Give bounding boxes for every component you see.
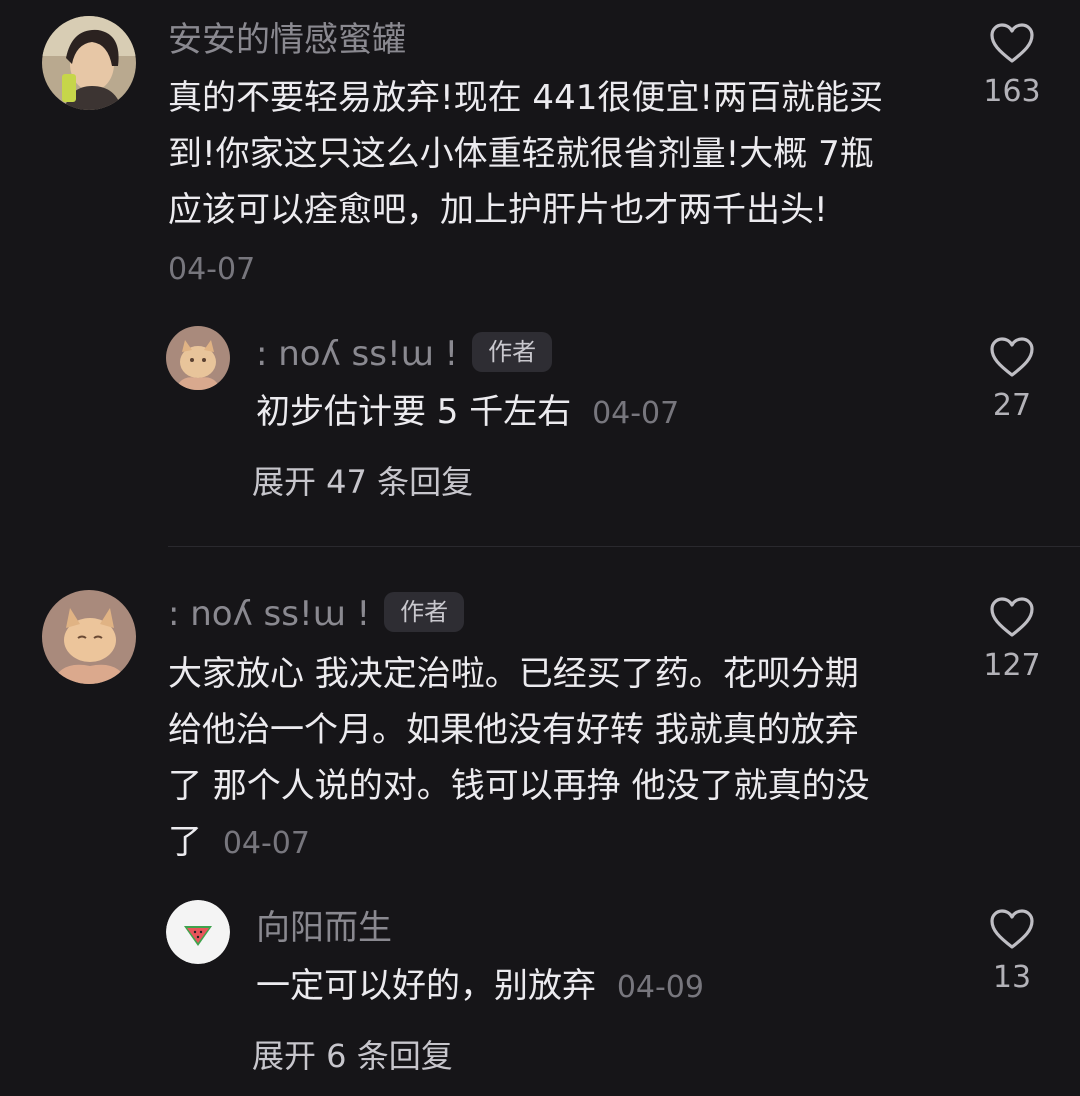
like-button[interactable]: 163 (972, 22, 1052, 110)
reply-username-text: : noʎ ss!ɯ ! (256, 334, 459, 374)
reply-text: 初步估计要 5 千左右 04-07 (256, 384, 679, 442)
like-count: 27 (992, 388, 1032, 423)
like-count: 163 (983, 74, 1041, 109)
comment-divider (168, 546, 1080, 547)
like-count: 127 (983, 648, 1041, 683)
comment-date: 04-07 (168, 252, 256, 287)
heart-icon (990, 337, 1034, 377)
comment-text-line: 了 那个人说的对。钱可以再挣 他没了就真的没 (168, 766, 870, 806)
avatar[interactable] (166, 326, 230, 390)
like-count: 13 (992, 960, 1032, 995)
heart-icon (990, 597, 1034, 637)
comment-text-line: 真的不要轻易放弃!现在 441很便宜!两百就能买 (168, 78, 883, 118)
comment-text-last: 了 (168, 822, 202, 862)
like-button[interactable]: 127 (972, 596, 1052, 684)
comment-text: 大家放心 我决定治啦。已经买了药。花呗分期 给他治一个月。如果他没有好转 我就真… (168, 646, 870, 872)
like-button[interactable]: 27 (972, 336, 1052, 424)
author-badge: 作者 (384, 591, 465, 632)
comment-text-line: 了 04-07 (168, 814, 870, 872)
comment-text-line: 给他治一个月。如果他没有好转 我就真的放弃 (168, 710, 859, 750)
comment-text-line: 应该可以痊愈吧，加上护肝片也才两千出头! (168, 190, 828, 230)
reply-date: 04-09 (616, 970, 704, 1005)
author-badge: 作者 (472, 331, 553, 372)
avatar[interactable] (42, 590, 136, 684)
comment-username[interactable]: : noʎ ss!ɯ ! 作者 (168, 591, 465, 636)
comment-text: 真的不要轻易放弃!现在 441很便宜!两百就能买 到!你家这只这么小体重轻就很省… (168, 70, 883, 238)
reply-text-content: 一定可以好的，别放弃 (256, 966, 596, 1006)
heart-icon (990, 23, 1034, 63)
reply-username[interactable]: : noʎ ss!ɯ ! 作者 (256, 331, 553, 376)
reply-username[interactable]: 向阳而生 (256, 908, 392, 948)
like-button[interactable]: 13 (972, 908, 1052, 996)
comment-text-line: 到!你家这只这么小体重轻就很省剂量!大概 7瓶 (168, 134, 874, 174)
reply-date: 04-07 (592, 396, 680, 431)
avatar[interactable] (166, 900, 230, 964)
reply-text-content: 初步估计要 5 千左右 (256, 392, 572, 432)
comment-text-line: 大家放心 我决定治啦。已经买了药。花呗分期 (168, 654, 859, 694)
expand-replies-button[interactable]: 展开 6 条回复 (252, 1036, 453, 1076)
reply-text: 一定可以好的，别放弃 04-09 (256, 958, 704, 1016)
expand-replies-button[interactable]: 展开 47 条回复 (252, 462, 473, 502)
heart-icon (990, 909, 1034, 949)
comment-date: 04-07 (222, 826, 310, 861)
comment-username-text: : noʎ ss!ɯ ! (168, 594, 371, 634)
comment-username[interactable]: 安安的情感蜜罐 (168, 20, 406, 60)
avatar[interactable] (42, 16, 136, 110)
